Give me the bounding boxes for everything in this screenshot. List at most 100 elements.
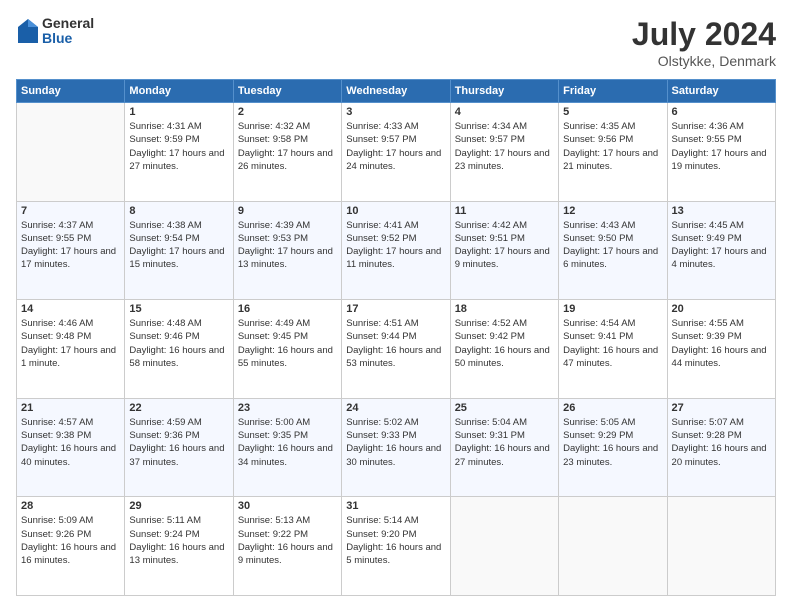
sunset-text: Sunset: 9:53 PM: [238, 233, 308, 244]
sunrise-text: Sunrise: 5:13 AM: [238, 515, 310, 526]
calendar-cell: 17Sunrise: 4:51 AMSunset: 9:44 PMDayligh…: [342, 300, 450, 399]
col-saturday: Saturday: [667, 80, 775, 103]
day-info: Sunrise: 4:51 AMSunset: 9:44 PMDaylight:…: [346, 317, 445, 370]
sunset-text: Sunset: 9:46 PM: [129, 331, 199, 342]
day-info: Sunrise: 5:02 AMSunset: 9:33 PMDaylight:…: [346, 416, 445, 469]
sunset-text: Sunset: 9:44 PM: [346, 331, 416, 342]
day-number: 30: [238, 500, 337, 512]
day-info: Sunrise: 4:49 AMSunset: 9:45 PMDaylight:…: [238, 317, 337, 370]
sunrise-text: Sunrise: 5:14 AM: [346, 515, 418, 526]
title-block: July 2024 Olstykke, Denmark: [632, 16, 776, 69]
calendar-cell: 14Sunrise: 4:46 AMSunset: 9:48 PMDayligh…: [17, 300, 125, 399]
day-number: 29: [129, 500, 228, 512]
calendar-cell: 1Sunrise: 4:31 AMSunset: 9:59 PMDaylight…: [125, 103, 233, 202]
sunset-text: Sunset: 9:59 PM: [129, 134, 199, 145]
sunset-text: Sunset: 9:55 PM: [672, 134, 742, 145]
sunset-text: Sunset: 9:54 PM: [129, 233, 199, 244]
day-info: Sunrise: 4:55 AMSunset: 9:39 PMDaylight:…: [672, 317, 771, 370]
calendar-cell: 8 Sunrise: 4:38 AM Sunset: 9:54 PM Daylight…: [125, 201, 233, 300]
day-info: Sunrise: 4:32 AM Sunset: 9:58 PM Daylight:…: [238, 120, 337, 173]
sunrise-text: Sunrise: 4:45 AM: [672, 220, 744, 231]
daylight-text: Daylight: 17 hours and 6 minutes.: [563, 246, 658, 270]
sunrise-text: Sunrise: 4:54 AM: [563, 318, 635, 329]
calendar-week-5: 28Sunrise: 5:09 AMSunset: 9:26 PMDayligh…: [17, 497, 776, 596]
day-number: 19: [563, 303, 662, 315]
sunrise-text: Sunrise: 4:57 AM: [21, 417, 93, 428]
calendar-cell: 15Sunrise: 4:48 AMSunset: 9:46 PMDayligh…: [125, 300, 233, 399]
daylight-text: Daylight: 17 hours and 4 minutes.: [672, 246, 767, 270]
sunrise-text: Sunrise: 4:52 AM: [455, 318, 527, 329]
daylight-text: Daylight: 17 hours and 27 minutes.: [129, 148, 224, 172]
calendar-cell: 29 Sunrise: 5:11 AMSunset: 9:24 PMDayligh…: [125, 497, 233, 596]
col-sunday: Sunday: [17, 80, 125, 103]
daylight-text: Daylight: 16 hours and 58 minutes.: [129, 345, 224, 369]
day-info: Sunrise: 5:13 AMSunset: 9:22 PMDaylight:…: [238, 514, 337, 567]
sunset-text: Sunset: 9:48 PM: [21, 331, 91, 342]
day-number: 27: [672, 402, 771, 414]
day-number: 21: [21, 402, 120, 414]
sunset-text: Sunset: 9:41 PM: [563, 331, 633, 342]
day-info: Sunrise: 4:39 AMSunset: 9:53 PMDaylight:…: [238, 219, 337, 272]
col-wednesday: Wednesday: [342, 80, 450, 103]
calendar-cell: 10Sunrise: 4:41 AMSunset: 9:52 PMDayligh…: [342, 201, 450, 300]
sunset-text: Sunset: 9:57 PM: [346, 134, 416, 145]
sunrise-text: Sunrise: 4:39 AM: [238, 220, 310, 231]
day-number: 14: [21, 303, 120, 315]
sunset-text: Sunset: 9:42 PM: [455, 331, 525, 342]
day-number: 26: [563, 402, 662, 414]
daylight-text: Daylight: 16 hours and 34 minutes.: [238, 443, 333, 467]
sunrise-text: Sunrise: 4:41 AM: [346, 220, 418, 231]
day-info: Sunrise: 5:04 AMSunset: 9:31 PMDaylight:…: [455, 416, 554, 469]
sunset-text: Sunset: 9:50 PM: [563, 233, 633, 244]
day-number: 7: [21, 205, 120, 217]
day-info: Sunrise: 4:35 AMSunset: 9:56 PMDaylight:…: [563, 120, 662, 173]
day-info: Sunrise: 4:38 AM Sunset: 9:54 PM Daylight:…: [129, 219, 228, 272]
calendar-table: Sunday Monday Tuesday Wednesday Thursday…: [16, 79, 776, 596]
sunrise-text: Sunrise: 4:46 AM: [21, 318, 93, 329]
day-info: Sunrise: 5:11 AMSunset: 9:24 PMDaylight:…: [129, 514, 228, 567]
day-info: Sunrise: 4:33 AMSunset: 9:57 PMDaylight:…: [346, 120, 445, 173]
calendar-cell: 20Sunrise: 4:55 AMSunset: 9:39 PMDayligh…: [667, 300, 775, 399]
sunset-text: Sunset: 9:57 PM: [455, 134, 525, 145]
day-number: 23: [238, 402, 337, 414]
day-number: 9: [238, 205, 337, 217]
daylight-text: Daylight: 17 hours and 24 minutes.: [346, 148, 441, 172]
header-row: Sunday Monday Tuesday Wednesday Thursday…: [17, 80, 776, 103]
calendar-week-2: 7Sunrise: 4:37 AMSunset: 9:55 PMDaylight…: [17, 201, 776, 300]
daylight-text: Daylight: 17 hours and 26 minutes.: [238, 148, 333, 172]
day-info: Sunrise: 4:36 AMSunset: 9:55 PMDaylight:…: [672, 120, 771, 173]
calendar-cell: [559, 497, 667, 596]
header: General Blue July 2024 Olstykke, Denmark: [16, 16, 776, 69]
logo-general-text: General: [42, 16, 94, 31]
daylight-text: Daylight: 17 hours and 23 minutes.: [455, 148, 550, 172]
sunrise-text: Sunrise: 4:42 AM: [455, 220, 527, 231]
day-number: 8: [129, 205, 228, 217]
day-info: Sunrise: 4:43 AM Sunset: 9:50 PM Daylight:…: [563, 219, 662, 272]
sunset-text: Sunset: 9:56 PM: [563, 134, 633, 145]
calendar-cell: [17, 103, 125, 202]
day-number: 5: [563, 106, 662, 118]
sunrise-text: Sunrise: 4:43 AM: [563, 220, 635, 231]
day-number: 25: [455, 402, 554, 414]
calendar-week-1: 1Sunrise: 4:31 AMSunset: 9:59 PMDaylight…: [17, 103, 776, 202]
day-number: 13: [672, 205, 771, 217]
main-title: July 2024: [632, 16, 776, 53]
calendar-cell: 13Sunrise: 4:45 AMSunset: 9:49 PMDayligh…: [667, 201, 775, 300]
sunrise-text: Sunrise: 4:32 AM: [238, 121, 310, 132]
day-number: 18: [455, 303, 554, 315]
daylight-text: Daylight: 17 hours and 15 minutes.: [129, 246, 224, 270]
calendar-cell: 2Sunrise: 4:32 AMSunset: 9:58 PMDaylight…: [233, 103, 341, 202]
calendar-cell: 23Sunrise: 5:00 AMSunset: 9:35 PMDayligh…: [233, 398, 341, 497]
sunrise-text: Sunrise: 4:38 AM: [129, 220, 201, 231]
daylight-text: Daylight: 16 hours and 23 minutes.: [563, 443, 658, 467]
sunset-text: Sunset: 9:58 PM: [238, 134, 308, 145]
day-number: 28: [21, 500, 120, 512]
sunrise-text: Sunrise: 5:09 AM: [21, 515, 93, 526]
day-info: Sunrise: 5:05 AMSunset: 9:29 PMDaylight:…: [563, 416, 662, 469]
daylight-text: Daylight: 16 hours and 9 minutes.: [238, 542, 333, 566]
sunset-text: Sunset: 9:38 PM: [21, 430, 91, 441]
sunset-text: Sunset: 9:28 PM: [672, 430, 742, 441]
day-number: 12: [563, 205, 662, 217]
day-info: Sunrise: 5:14 AMSunset: 9:20 PMDaylight:…: [346, 514, 445, 567]
day-number: 4: [455, 106, 554, 118]
